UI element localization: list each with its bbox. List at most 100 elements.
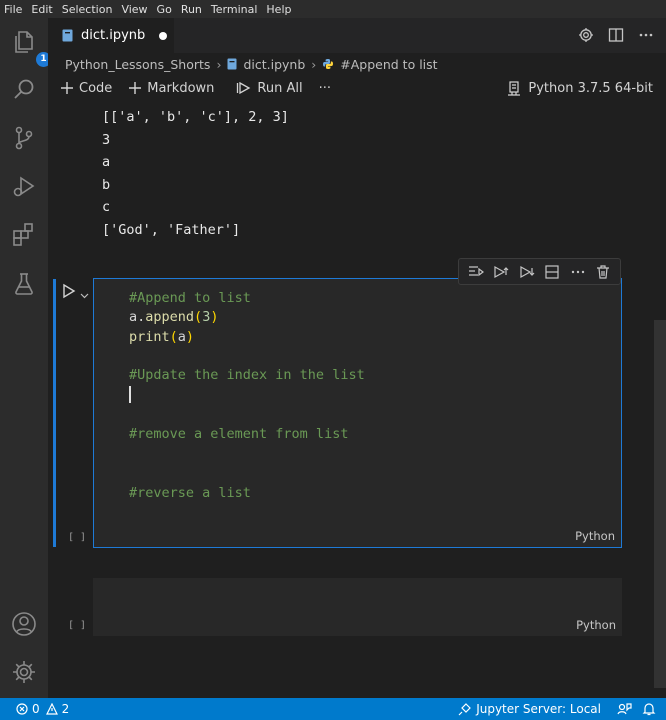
chevron-right-icon: ›	[216, 56, 222, 72]
split-editor-icon[interactable]	[608, 27, 624, 43]
feedback-icon[interactable]	[617, 702, 632, 716]
output-line: ['God', 'Father']	[102, 221, 241, 238]
warning-icon	[45, 703, 58, 715]
execution-count: [ ]	[68, 532, 87, 543]
menu-terminal[interactable]: Terminal	[211, 3, 258, 16]
code-token: a.	[129, 309, 146, 326]
cell-toolbar	[458, 258, 621, 285]
breadcrumb-file[interactable]: dict.ipynb	[243, 57, 305, 72]
warning-count: 2	[61, 702, 70, 716]
notebook-file-icon	[227, 58, 237, 70]
output-line: a	[102, 154, 111, 170]
code-comment: #remove a element from list	[129, 426, 349, 443]
menu-file[interactable]: File	[4, 3, 22, 16]
run-debug-icon[interactable]	[10, 172, 38, 200]
run-all-label: Run All	[257, 80, 303, 96]
menu-bar: File Edit Selection View Go Run Terminal…	[0, 0, 666, 18]
code-token: (	[194, 309, 203, 326]
menu-selection[interactable]: Selection	[62, 3, 113, 16]
status-bar: 0 2 Jupyter Server: Local	[0, 698, 666, 720]
editor-actions	[578, 27, 654, 43]
code-token: append	[145, 309, 195, 326]
account-icon[interactable]	[10, 610, 38, 638]
run-below-icon[interactable]	[519, 264, 535, 280]
tab-bar: dict.ipynb	[48, 18, 666, 53]
output-line: b	[102, 176, 111, 193]
vertical-scrollbar[interactable]	[654, 320, 666, 688]
code-cell[interactable]: #Append to list a.append(3) print(a) #Up…	[93, 278, 622, 548]
more-actions-icon[interactable]	[638, 27, 654, 43]
code-token: (	[169, 328, 178, 345]
kernel-label: Python 3.7.5 64-bit	[528, 80, 653, 96]
menu-go[interactable]: Go	[157, 3, 172, 16]
run-above-icon[interactable]	[493, 264, 509, 280]
breadcrumb-folder[interactable]: Python_Lessons_Shorts	[65, 57, 210, 72]
notebook-file-icon	[62, 29, 73, 42]
run-cell-icon[interactable]	[62, 283, 76, 303]
tab-dict-ipynb[interactable]: dict.ipynb	[48, 18, 174, 53]
code-comment: #reverse a list	[129, 484, 251, 501]
cell-language-picker[interactable]: Python	[575, 529, 615, 543]
run-all-button[interactable]: Run All	[236, 80, 303, 96]
search-icon[interactable]	[10, 76, 38, 104]
output-line: [['a', 'b', 'c'], 2, 3]	[102, 109, 289, 125]
notifications-bell-icon[interactable]	[642, 702, 656, 716]
code-token: )	[210, 309, 219, 326]
tab-label: dict.ipynb	[81, 28, 146, 43]
add-code-cell-button[interactable]: Code	[60, 81, 112, 96]
cell-language-picker[interactable]: Python	[576, 618, 616, 632]
settings-gear-icon[interactable]	[10, 658, 38, 686]
execute-above-icon[interactable]	[468, 264, 484, 280]
chevron-right-icon: ›	[311, 56, 317, 72]
cell-output: [['a', 'b', 'c'], 2, 3] 3 a b c ['God', …	[102, 106, 289, 241]
execution-count: [ ]	[68, 620, 87, 631]
error-count: 0	[32, 702, 40, 716]
more-toolbar-button[interactable]: ···	[319, 81, 331, 96]
jupyter-server-label: Jupyter Server: Local	[476, 702, 601, 716]
output-line: 3	[102, 131, 111, 148]
code-editor[interactable]: #Append to list a.append(3) print(a) #Up…	[129, 289, 365, 503]
notebook-toolbar: Code Markdown Run All ··· Python 3.7.5 6…	[48, 76, 666, 100]
chevron-down-icon[interactable]	[80, 285, 89, 304]
menu-edit[interactable]: Edit	[31, 3, 52, 16]
run-all-icon	[237, 81, 251, 95]
more-actions-icon[interactable]	[570, 264, 586, 280]
code-token: print	[129, 328, 170, 345]
menu-run[interactable]: Run	[181, 3, 202, 16]
output-line: c	[102, 199, 111, 215]
add-markdown-cell-button[interactable]: Markdown	[128, 81, 214, 96]
code-comment: #Update the index in the list	[129, 367, 365, 384]
testing-icon[interactable]	[10, 270, 38, 298]
text-cursor	[129, 385, 131, 403]
extensions-icon[interactable]	[10, 220, 38, 248]
problems-indicator[interactable]: 0 2	[0, 702, 69, 716]
activity-bar: 1	[0, 18, 51, 698]
explorer-icon[interactable]: 1	[10, 28, 51, 67]
menu-view[interactable]: View	[121, 3, 147, 16]
error-icon	[16, 703, 28, 715]
markdown-label: Markdown	[147, 80, 215, 96]
delete-trash-icon[interactable]	[595, 264, 611, 280]
gear-icon[interactable]	[578, 27, 594, 43]
jupyter-server-status[interactable]: Jupyter Server: Local	[458, 702, 601, 716]
breadcrumb: Python_Lessons_Shorts › dict.ipynb › #Ap…	[48, 53, 666, 75]
code-comment: #Append to list	[129, 290, 251, 306]
source-control-icon[interactable]	[10, 124, 38, 152]
code-token: )	[185, 328, 195, 345]
breadcrumb-section[interactable]: #Append to list	[340, 57, 437, 72]
unsaved-dot-icon[interactable]	[159, 31, 168, 40]
plus-icon	[61, 82, 73, 94]
code-token: a	[177, 328, 186, 345]
focused-cell-indicator	[53, 279, 56, 547]
empty-code-cell[interactable]: Python	[93, 578, 622, 636]
menu-help[interactable]: Help	[266, 3, 291, 16]
split-cell-icon[interactable]	[544, 264, 560, 280]
notebook-editor: [['a', 'b', 'c'], 2, 3] 3 a b c ['God', …	[48, 100, 666, 698]
plug-icon	[458, 702, 472, 715]
kernel-picker[interactable]: Python 3.7.5 64-bit	[507, 76, 653, 100]
status-right: Jupyter Server: Local	[458, 698, 656, 720]
kernel-icon	[508, 80, 521, 96]
code-label: Code	[79, 80, 113, 96]
plus-icon	[129, 82, 142, 94]
more-label: ···	[318, 80, 332, 96]
